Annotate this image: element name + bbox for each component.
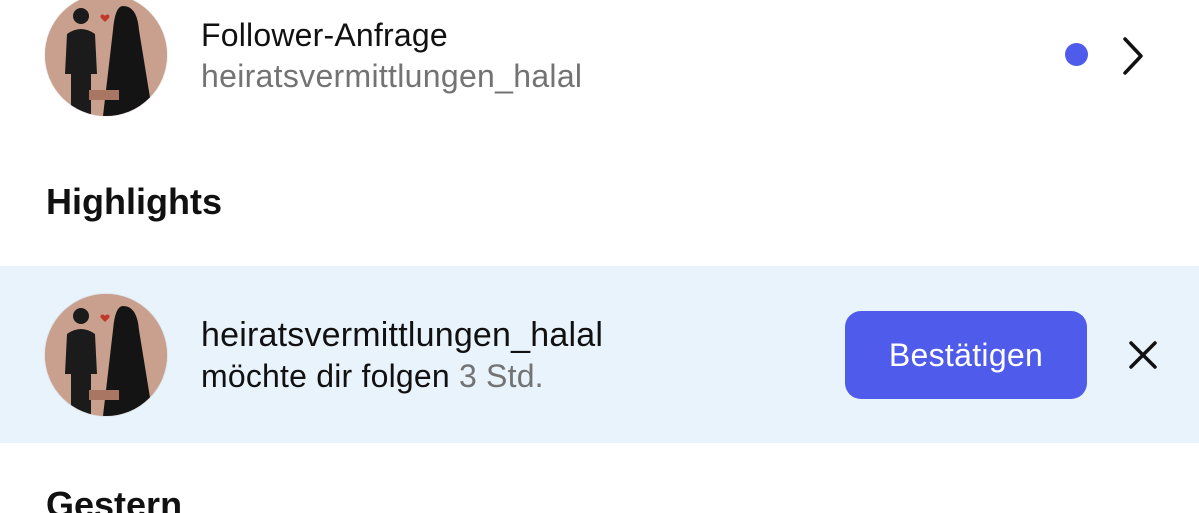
follow-message-text: möchte dir folgen [201, 358, 450, 394]
close-icon[interactable] [1126, 338, 1160, 372]
unread-dot-icon [1065, 43, 1088, 66]
highlight-message: möchte dir folgen 3 Std. [201, 358, 544, 395]
couple-avatar-icon[interactable] [45, 0, 167, 116]
follower-request-username: heiratsvermittlungen_halal [201, 58, 583, 94]
follower-request-row[interactable]: Follower-Anfrage heiratsvermittlungen_ha… [0, 0, 1199, 130]
notifications-page: Follower-Anfrage heiratsvermittlungen_ha… [0, 0, 1199, 513]
timestamp: 3 Std. [458, 358, 544, 394]
couple-avatar-icon[interactable] [45, 294, 167, 416]
confirm-button[interactable]: Bestätigen [845, 311, 1087, 399]
highlight-username[interactable]: heiratsvermittlungen_halal [201, 316, 603, 355]
section-title-gestern: Gestern [46, 484, 183, 513]
highlight-follow-request[interactable]: heiratsvermittlungen_halal möchte dir fo… [0, 266, 1199, 443]
follower-request-title: Follower-Anfrage [201, 17, 448, 53]
chevron-right-icon[interactable] [1116, 34, 1150, 78]
section-title-highlights: Highlights [46, 181, 222, 222]
